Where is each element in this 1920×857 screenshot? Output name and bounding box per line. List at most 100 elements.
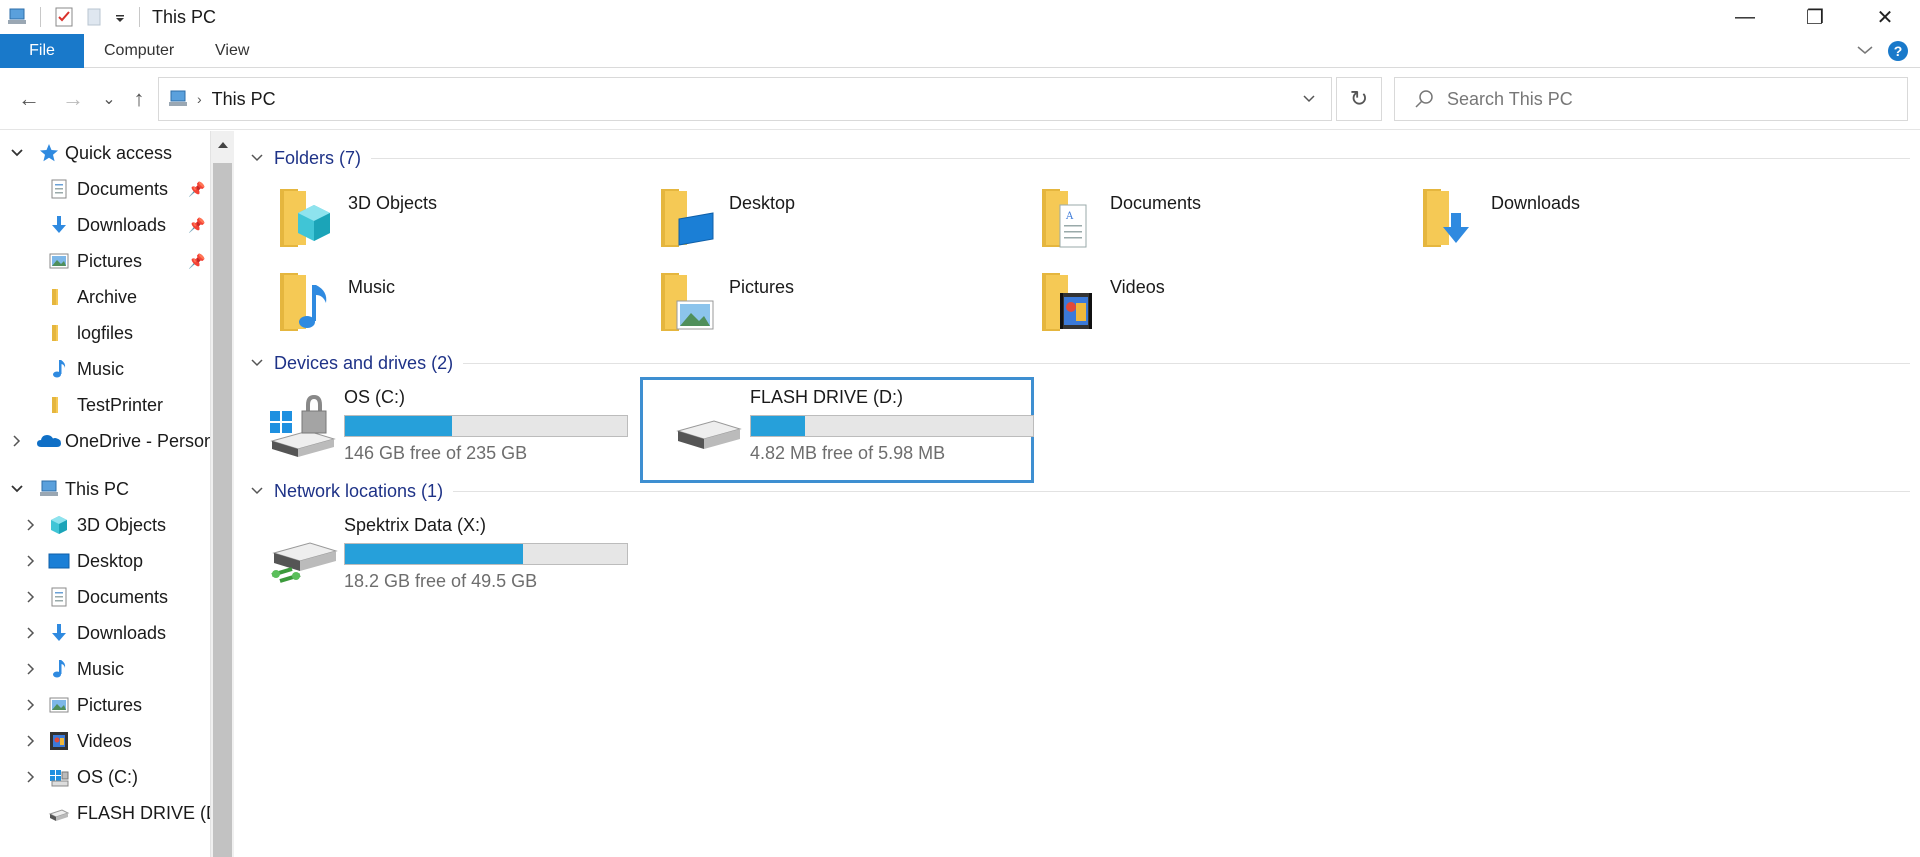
documents-icon (48, 586, 70, 608)
sidebar-item-logfiles[interactable]: logfiles (0, 315, 210, 351)
breadcrumb-separator-icon[interactable]: › (197, 91, 202, 107)
sidebar-item-3d-objects[interactable]: 3D Objects (0, 507, 210, 543)
drive-free-space: 146 GB free of 235 GB (344, 443, 528, 463)
drive-usage-fill (345, 544, 523, 564)
sidebar-item-this-pc[interactable]: This PC (0, 471, 210, 507)
sidebar-item-os-drive[interactable]: OS (C:) (0, 759, 210, 795)
sidebar-item-label: Documents (77, 586, 169, 607)
group-header-label: Devices and drives (2) (274, 352, 454, 373)
folder-documents[interactable]: A Documents (996, 181, 1376, 257)
expand-chevron-icon[interactable] (8, 432, 26, 450)
onedrive-icon (36, 430, 62, 452)
this-pc-icon[interactable] (6, 6, 28, 28)
expand-chevron-icon[interactable] (22, 588, 40, 606)
group-header-devices[interactable]: Devices and drives (2) (250, 350, 1910, 376)
back-button[interactable]: ← (16, 86, 42, 112)
folder-icon (48, 322, 70, 344)
sidebar-item-music[interactable]: Music (0, 651, 210, 687)
folder-icon (48, 286, 70, 308)
folder-label: Videos (1110, 277, 1165, 297)
drive-usage-bar (344, 415, 628, 437)
pictures-folder-icon (657, 267, 719, 335)
address-dropdown-icon[interactable] (1287, 78, 1331, 120)
properties-icon[interactable] (53, 6, 75, 28)
expand-chevron-icon[interactable] (22, 768, 40, 786)
drive-name: Spektrix Data (X:) (344, 515, 487, 535)
sidebar-item-documents[interactable]: Documents (0, 579, 210, 615)
tab-view[interactable]: View (215, 34, 249, 68)
sidebar-item-downloads[interactable]: Downloads (0, 615, 210, 651)
group-header-network[interactable]: Network locations (1) (250, 478, 1910, 504)
help-button[interactable]: ? (1888, 40, 1908, 61)
expand-chevron-icon[interactable] (8, 480, 26, 498)
collapse-chevron-icon[interactable] (250, 355, 264, 371)
folder-music[interactable]: Music (234, 265, 614, 341)
recent-locations-button[interactable]: ⌄ (96, 86, 122, 112)
scrollbar-thumb[interactable] (213, 163, 232, 857)
network-drive-spektrix-x[interactable]: Spektrix Data (X:) 18.2 GB free of 49.5 … (234, 505, 628, 611)
search-box[interactable] (1394, 77, 1908, 121)
group-divider (463, 362, 1910, 364)
folder-desktop[interactable]: Desktop (615, 181, 995, 257)
sidebar-item-pictures[interactable]: Pictures (0, 687, 210, 723)
close-button[interactable]: ✕ (1850, 0, 1920, 34)
sidebar-item-testprinter[interactable]: TestPrinter (0, 387, 210, 423)
sidebar-item-label: Downloads (77, 214, 167, 235)
address-bar[interactable]: › This PC (158, 77, 1332, 121)
refresh-icon: ↻ (1349, 86, 1369, 111)
collapse-chevron-icon[interactable] (250, 483, 264, 499)
breadcrumb-this-pc[interactable]: This PC (212, 89, 276, 110)
sidebar-item-videos[interactable]: Videos (0, 723, 210, 759)
sidebar-item-downloads[interactable]: Downloads 📌 (0, 207, 210, 243)
star-icon (38, 142, 60, 164)
navigation-pane-scrollbar[interactable] (210, 131, 234, 857)
sidebar-item-archive[interactable]: Archive (0, 279, 210, 315)
folder-pictures[interactable]: Pictures (615, 265, 995, 341)
group-header-folders[interactable]: Folders (7) (250, 145, 1910, 171)
expand-chevron-icon[interactable] (22, 552, 40, 570)
expand-chevron-icon[interactable] (22, 516, 40, 534)
desktop-icon (48, 550, 70, 572)
folder-label: Documents (1110, 193, 1202, 213)
folder-downloads[interactable]: Downloads (1377, 181, 1757, 257)
collapse-chevron-icon[interactable] (250, 150, 264, 166)
maximize-button[interactable]: ❐ (1780, 0, 1850, 34)
expand-chevron-icon[interactable] (22, 660, 40, 678)
forward-button[interactable]: → (60, 86, 86, 112)
sidebar-item-desktop[interactable]: Desktop (0, 543, 210, 579)
customize-toolbar-icon[interactable] (113, 6, 127, 28)
scroll-up-arrow-icon[interactable] (211, 131, 234, 159)
sidebar-item-label: Documents (77, 178, 169, 199)
sidebar-item-music[interactable]: Music (0, 351, 210, 387)
pin-icon[interactable]: 📌 (188, 181, 205, 198)
sidebar-item-documents[interactable]: Documents 📌 (0, 171, 210, 207)
tab-file[interactable]: File (0, 34, 84, 68)
folder-3d-objects[interactable]: 3D Objects (234, 181, 614, 257)
sidebar-item-label: Music (77, 658, 125, 679)
expand-chevron-icon[interactable] (22, 624, 40, 642)
expand-ribbon-chevron-icon[interactable] (1856, 40, 1874, 61)
new-folder-icon[interactable] (83, 6, 105, 28)
navigation-bar: ← → ⌄ ↑ › This PC ↻ (0, 68, 1920, 130)
expand-chevron-icon[interactable] (22, 732, 40, 750)
pin-icon[interactable]: 📌 (188, 217, 205, 234)
content-pane: Folders (7) 3D Objects Desktop A Documen… (234, 131, 1920, 857)
window-controls: — ❐ ✕ (1710, 0, 1920, 34)
sidebar-item-flash-drive[interactable]: FLASH DRIVE (D (0, 795, 210, 831)
sidebar-item-pictures[interactable]: Pictures 📌 (0, 243, 210, 279)
up-button[interactable]: ↑ (126, 86, 152, 112)
tab-computer[interactable]: Computer (104, 34, 174, 68)
pin-icon[interactable]: 📌 (188, 253, 205, 270)
sidebar-item-onedrive[interactable]: OneDrive - Person (0, 423, 210, 459)
search-input[interactable] (1447, 88, 1887, 110)
minimize-button[interactable]: — (1710, 0, 1780, 34)
navigation-pane: Quick access Documents 📌 Downloads 📌 Pic… (0, 131, 210, 857)
sidebar-item-quick-access[interactable]: Quick access (0, 135, 210, 171)
expand-chevron-icon[interactable] (8, 144, 26, 162)
drive-flash-d[interactable]: FLASH DRIVE (D:) 4.82 MB free of 5.98 MB (640, 377, 1034, 483)
folder-videos[interactable]: Videos (996, 265, 1376, 341)
window-title: This PC (152, 6, 217, 27)
expand-chevron-icon[interactable] (22, 696, 40, 714)
drive-os-c[interactable]: OS (C:) 146 GB free of 235 GB (234, 377, 628, 483)
refresh-button[interactable]: ↻ (1336, 77, 1382, 121)
